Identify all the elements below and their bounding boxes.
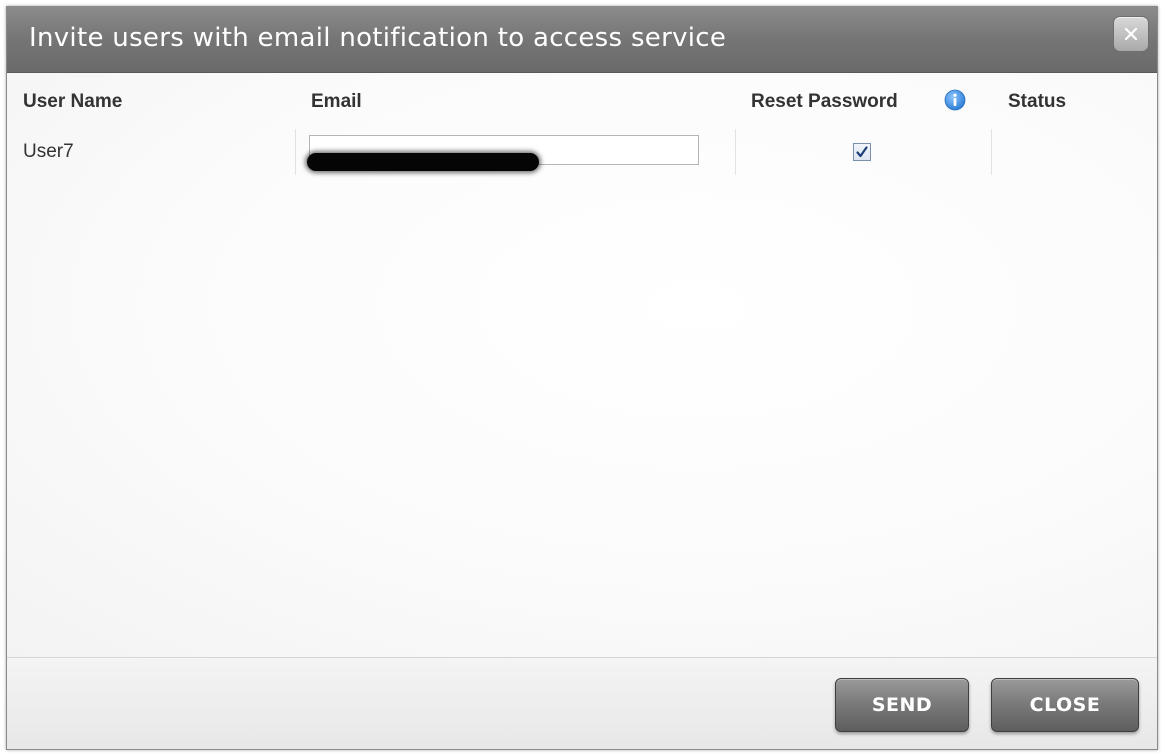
table-row: User7 [7,129,1157,175]
send-button[interactable]: SEND [835,678,969,732]
close-x-glyph [1124,27,1138,41]
column-divider [735,129,736,175]
row-user-name: User7 [23,141,74,162]
info-icon[interactable] [944,89,966,111]
close-x-icon[interactable] [1113,16,1149,52]
dialog-titlebar: Invite users with email notification to … [7,7,1157,73]
dialog-body: User Name Email Reset Password Status Us… [7,73,1157,657]
header-email: Email [311,91,362,112]
column-divider [295,129,296,175]
dialog-title: Invite users with email notification to … [29,23,727,53]
column-divider [991,129,992,175]
close-button[interactable]: CLOSE [991,678,1139,732]
email-field[interactable] [309,135,699,165]
header-user-name: User Name [23,91,123,112]
header-reset-password: Reset Password [751,91,898,112]
invite-users-dialog: Invite users with email notification to … [6,6,1158,750]
checkmark-icon [856,146,868,158]
reset-password-checkbox[interactable] [853,143,871,161]
header-status: Status [1008,91,1067,112]
dialog-footer: SEND CLOSE [7,657,1157,749]
